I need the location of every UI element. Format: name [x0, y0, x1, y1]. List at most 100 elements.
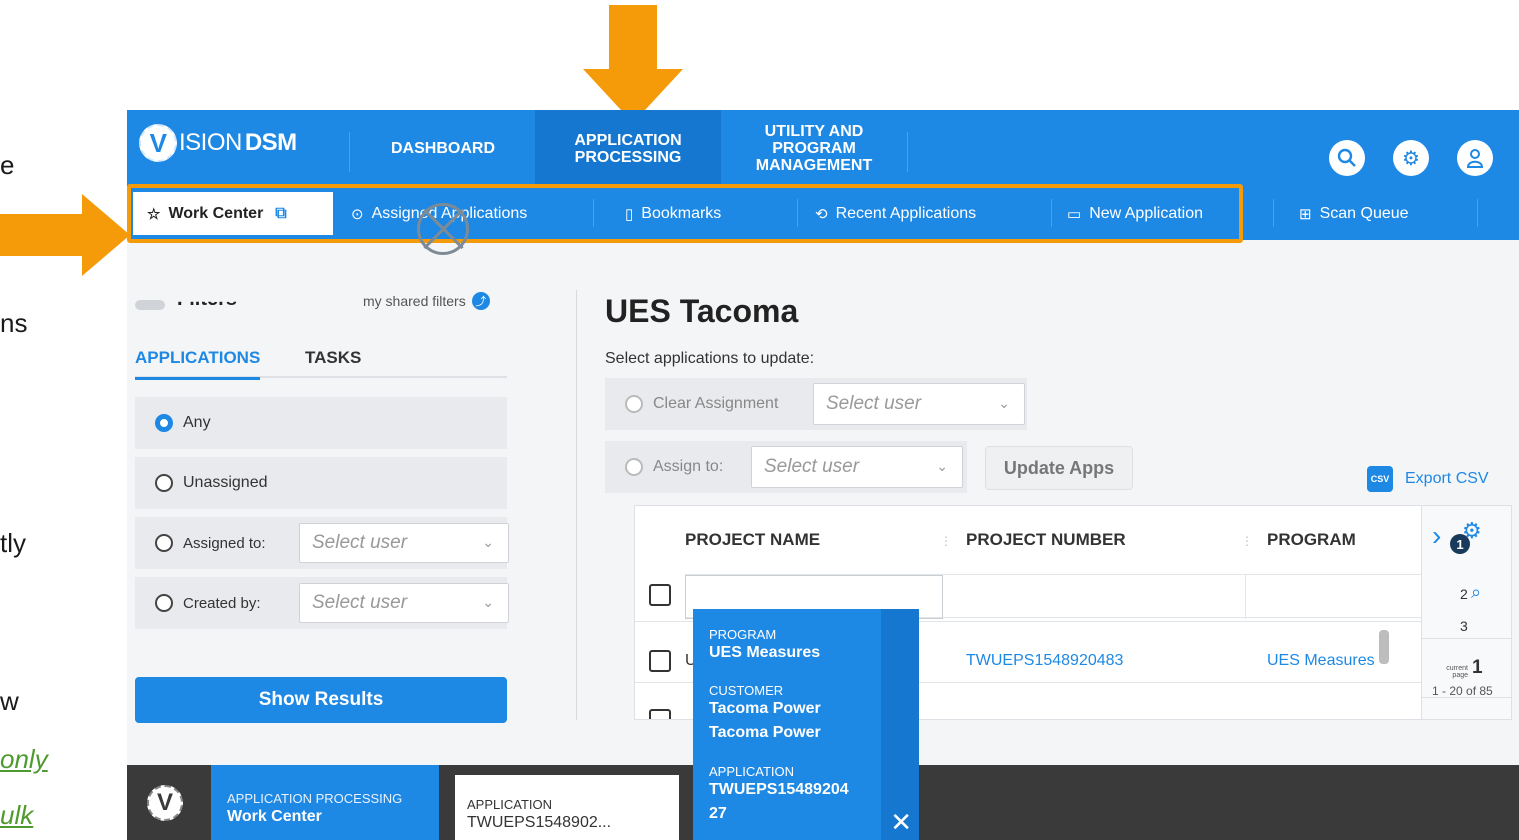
select-applications-label: Select applications to update:	[605, 350, 815, 367]
radio[interactable]	[625, 458, 643, 476]
select-placeholder: Select user	[312, 532, 408, 553]
popup-value: Tacoma Power	[709, 700, 821, 717]
filter-option-created-by[interactable]: Created by: Select user ⌄	[135, 577, 509, 629]
vision-logo-mark: V	[139, 124, 177, 162]
column-header-project-name[interactable]: PROJECT NAME	[685, 530, 820, 550]
column-resize-handle[interactable]: ⋮	[1241, 534, 1253, 548]
nav-divider	[349, 132, 350, 172]
filter-option-unassigned[interactable]: Unassigned	[135, 457, 507, 509]
select-placeholder: Select user	[764, 456, 860, 477]
column-header-program[interactable]: PROGRAM	[1267, 530, 1356, 550]
clear-assignment-select[interactable]: Select user ⌄	[813, 383, 1025, 425]
bottom-tab-line2: Work Center	[227, 808, 322, 825]
popup-value: Tacoma Power	[709, 724, 821, 741]
bottom-tab-line1: APPLICATION	[467, 797, 553, 812]
subnav-scan-queue[interactable]: ⊞ Scan Queue	[1299, 187, 1409, 240]
chevron-right-icon[interactable]: ›	[1432, 520, 1441, 552]
page-title: UES Tacoma	[605, 293, 799, 329]
row-checkbox[interactable]	[649, 709, 671, 719]
project-number-filter-input[interactable]	[943, 575, 1246, 619]
panel-divider	[576, 290, 577, 720]
chevron-down-icon: ⌄	[482, 534, 494, 550]
page-range: 1 - 20 of 85	[1432, 684, 1493, 698]
logo-suffix: DSM	[244, 129, 297, 156]
close-icon[interactable]: ✕	[890, 807, 912, 838]
option-label: Assigned to:	[183, 534, 266, 552]
page-number[interactable]: 3	[1460, 618, 1468, 634]
radio[interactable]	[625, 395, 643, 413]
column-header-project-number[interactable]: PROJECT NUMBER	[966, 530, 1126, 550]
annotation-arrow-right	[0, 194, 130, 276]
radio[interactable]	[155, 474, 173, 492]
radio[interactable]	[155, 594, 173, 612]
user-profile-icon[interactable]	[1457, 140, 1493, 176]
export-csv-link[interactable]: CSV Export CSV	[1367, 466, 1489, 492]
nav-utility-program-management[interactable]: UTILITY AND PROGRAM MANAGEMENT	[721, 110, 907, 187]
settings-gear-icon[interactable]: ⚙	[1393, 140, 1429, 176]
shared-filters-label: my shared filters	[363, 293, 466, 309]
popup-label: PROGRAM	[709, 627, 777, 642]
filters-panel: Filters my shared filters ⤴ APPLICATIONS…	[127, 240, 537, 730]
assign-to-row: Assign to: Select user ⌄	[605, 441, 967, 493]
nav-dashboard[interactable]: DASHBOARD	[351, 110, 535, 187]
select-all-checkbox[interactable]	[649, 584, 671, 606]
chevron-down-icon: ⌄	[482, 594, 494, 610]
filter-option-any[interactable]: Any	[135, 397, 507, 449]
search-icon[interactable]	[1329, 140, 1365, 176]
bottom-tab-application[interactable]: APPLICATION TWUEPS1548902...	[455, 775, 679, 840]
clear-assignment-label: Clear Assignment	[653, 395, 779, 412]
slide-text-fragment: ns	[0, 308, 28, 338]
slide-canvas: e ns tly w only ulk V ISION DSM DASHBOAR…	[0, 0, 1519, 840]
select-placeholder: Select user	[826, 393, 922, 414]
bottom-tab-line2: TWUEPS1548902...	[467, 814, 612, 831]
option-label: Any	[183, 414, 211, 431]
popup-value: 27	[709, 805, 727, 822]
radio-selected[interactable]	[155, 414, 173, 432]
radio[interactable]	[155, 534, 173, 552]
slide-text-fragment: w	[0, 686, 19, 716]
export-csv-label: Export CSV	[1405, 470, 1489, 487]
search-icon[interactable]: ⌕	[1471, 582, 1481, 603]
popup-label: CUSTOMER	[709, 683, 784, 698]
row-checkbox[interactable]	[649, 650, 671, 672]
application-preview-popup: PROGRAM UES Measures CUSTOMER Tacoma Pow…	[693, 609, 919, 840]
update-apps-button[interactable]: Update Apps	[985, 446, 1133, 490]
program-link[interactable]: UES Measures	[1267, 652, 1375, 670]
filters-toggle[interactable]	[135, 300, 165, 310]
annotation-highlight-box	[127, 184, 1243, 243]
share-icon: ⤴	[471, 292, 490, 310]
project-number-link[interactable]: TWUEPS1548920483	[966, 652, 1123, 670]
filter-option-assigned-to[interactable]: Assigned to: Select user ⌄	[135, 517, 509, 569]
table-pagination-column: › ⚙ 1 2 ⌕ 3 current page 1 1 - 20 of 85	[1422, 505, 1512, 720]
vision-logo-mark[interactable]: V	[147, 785, 183, 821]
tab-applications[interactable]: APPLICATIONS	[135, 348, 261, 380]
filters-title: Filters	[177, 288, 238, 310]
show-results-button[interactable]: Show Results	[135, 677, 507, 723]
scan-icon: ⊞	[1299, 205, 1312, 223]
chevron-down-icon: ⌄	[998, 395, 1010, 411]
current-page-indicator: current page 1 1 - 20 of 85	[1422, 638, 1512, 698]
step-badge: 1	[1450, 534, 1470, 554]
assign-to-select[interactable]: Select user ⌄	[751, 446, 963, 488]
nav-application-processing[interactable]: APPLICATION PROCESSING	[535, 110, 721, 187]
created-by-select[interactable]: Select user ⌄	[299, 583, 509, 623]
select-placeholder: Select user	[312, 592, 408, 613]
clear-assignment-row: Clear Assignment Select user ⌄	[605, 378, 1027, 430]
slide-link-fragment: ulk	[0, 800, 34, 830]
slide-text-fragment: e	[0, 150, 15, 180]
assigned-to-select[interactable]: Select user ⌄	[299, 523, 509, 563]
vision-dsm-app: V ISION DSM DASHBOARD APPLICATION PROCES…	[127, 110, 1519, 840]
shared-filters-link[interactable]: my shared filters ⤴	[363, 292, 490, 310]
option-label: Created by:	[183, 594, 261, 612]
page-number[interactable]: 2	[1460, 586, 1468, 602]
table-scrollbar[interactable]	[1379, 630, 1389, 664]
column-resize-handle[interactable]: ⋮	[940, 534, 952, 548]
bottom-tab-line1: APPLICATION PROCESSING	[227, 791, 403, 806]
logo-word: ISION	[179, 129, 242, 156]
current-page-label: current page	[1446, 665, 1468, 679]
tab-tasks[interactable]: TASKS	[305, 348, 361, 368]
chevron-down-icon: ⌄	[936, 458, 948, 474]
vision-dsm-logo[interactable]: V ISION DSM	[139, 124, 297, 162]
subnav-divider	[1273, 199, 1274, 227]
program-filter-input[interactable]	[1246, 575, 1421, 619]
